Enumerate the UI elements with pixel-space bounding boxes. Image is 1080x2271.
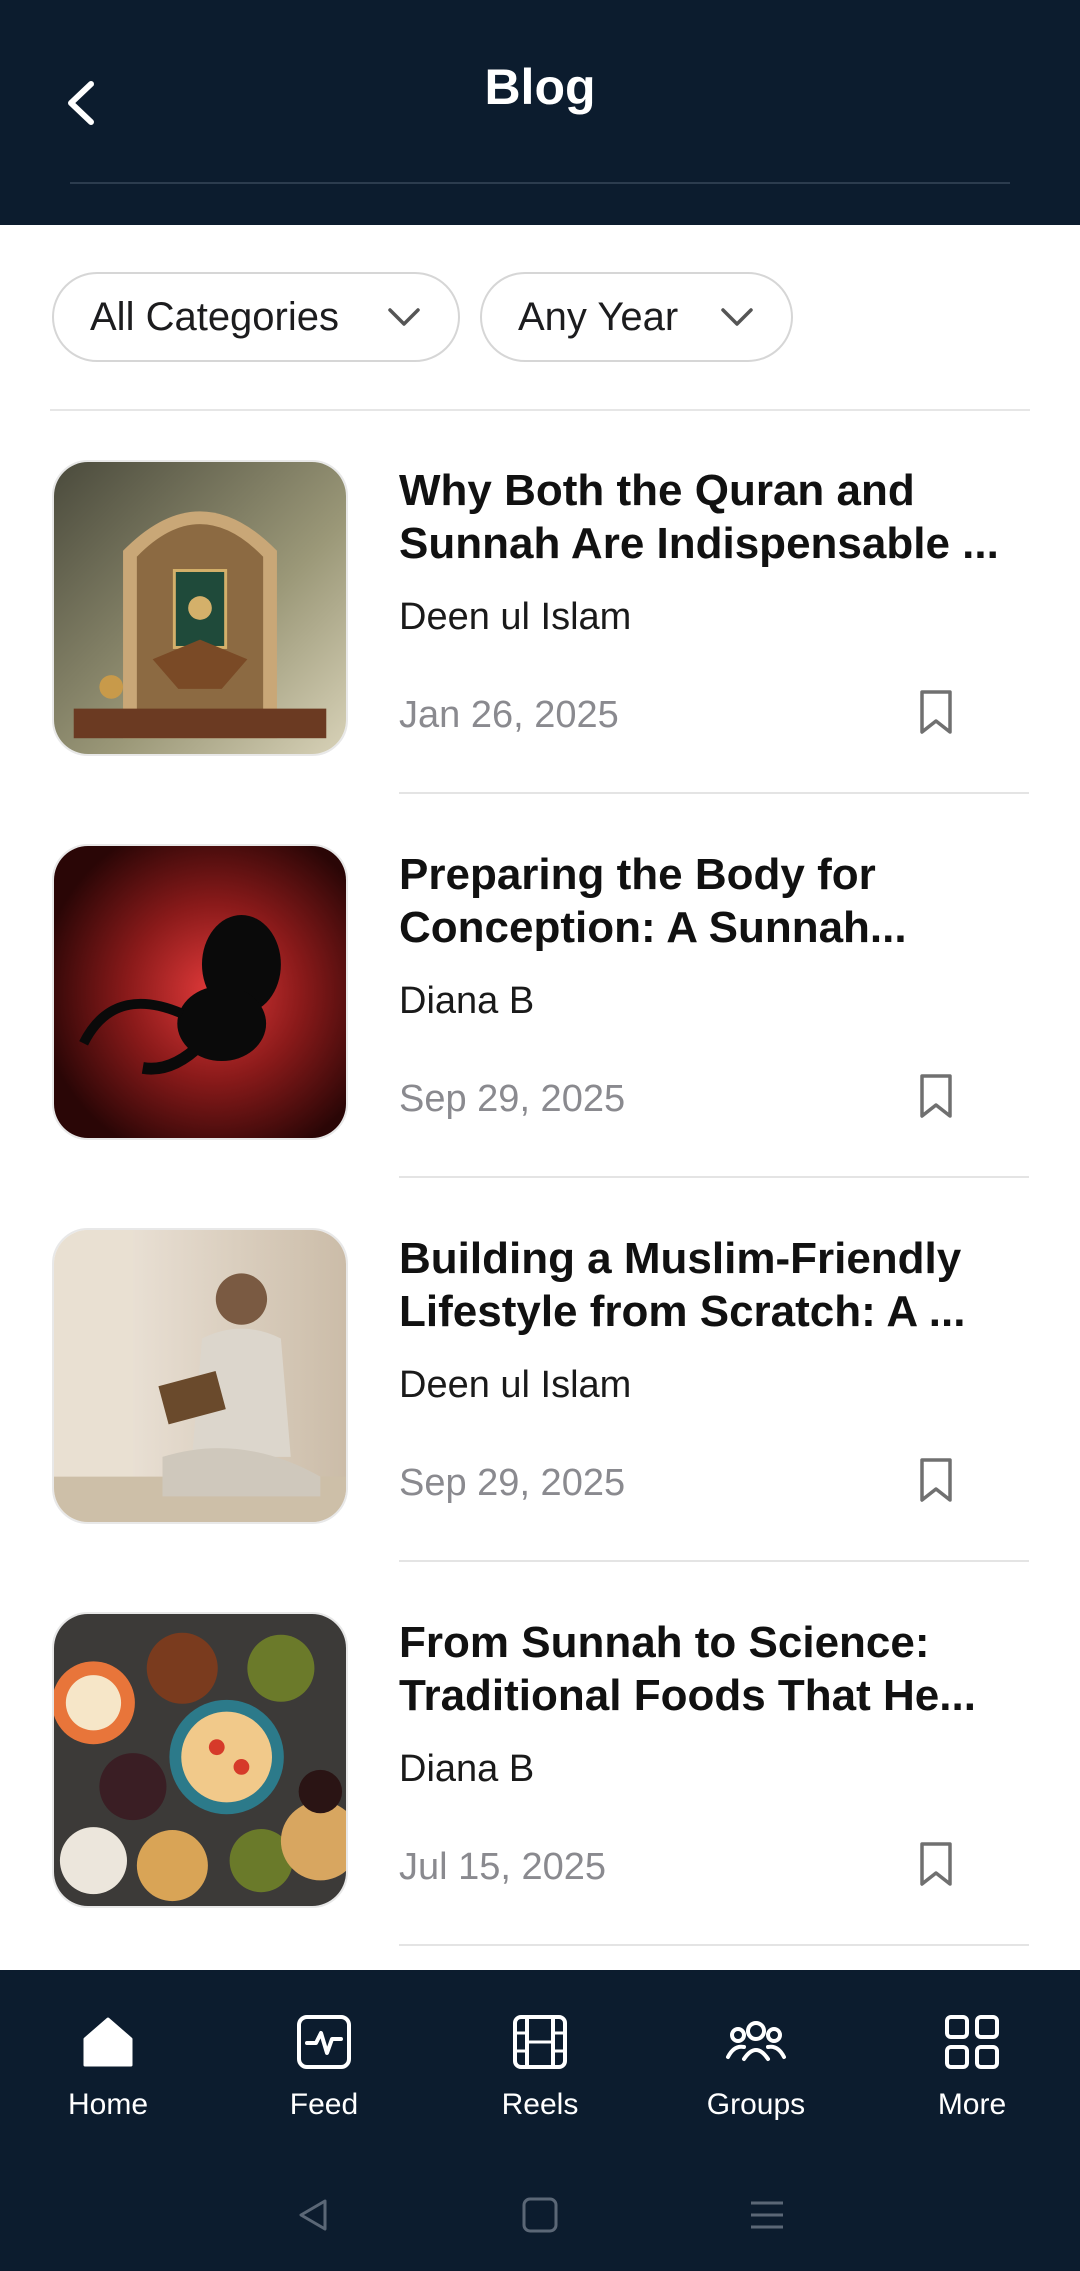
- post-date: Sep 29, 2025: [399, 1078, 626, 1120]
- group-icon: [724, 2010, 788, 2074]
- system-home-button[interactable]: [510, 2185, 570, 2245]
- category-dropdown[interactable]: All Categories: [52, 272, 460, 362]
- post-author: Deen ul Islam: [399, 596, 632, 638]
- post-date: Jul 15, 2025: [399, 1846, 607, 1888]
- year-dropdown-label: Any Year: [518, 294, 679, 339]
- chevron-down-icon: [388, 308, 420, 326]
- square-home-icon: [522, 2197, 558, 2233]
- tab-label: Home: [67, 2088, 149, 2121]
- tab-label: Reels: [501, 2088, 579, 2121]
- tab-feed[interactable]: Feed: [216, 2010, 432, 2122]
- post-date: Jan 26, 2025: [399, 694, 619, 736]
- grid-icon: [940, 2010, 1004, 2074]
- bottom-tabs: Home Feed Reels Groups More: [0, 2010, 1080, 2122]
- bookmark-icon: [920, 690, 952, 734]
- post-author: Diana B: [399, 1748, 535, 1790]
- bookmark-button[interactable]: [912, 682, 960, 742]
- blog-post-item[interactable]: Building a Muslim-Friendly Lifestyle fro…: [0, 1178, 1080, 1562]
- bookmark-button[interactable]: [912, 1066, 960, 1126]
- post-title[interactable]: Building a Muslim-Friendly Lifestyle fro…: [399, 1232, 999, 1338]
- chevron-down-icon: [721, 308, 753, 326]
- system-back-button[interactable]: [283, 2185, 343, 2245]
- tab-home[interactable]: Home: [0, 2010, 216, 2122]
- tab-label: Groups: [706, 2088, 806, 2121]
- tab-label: More: [937, 2088, 1007, 2121]
- film-icon: [508, 2010, 572, 2074]
- header-divider: [70, 182, 1010, 184]
- post-divider: [399, 1944, 1029, 1946]
- man-reading-image[interactable]: [52, 1228, 348, 1524]
- category-dropdown-label: All Categories: [90, 294, 340, 339]
- year-dropdown[interactable]: Any Year: [480, 272, 793, 362]
- post-title[interactable]: Preparing the Body for Conception: A Sun…: [399, 848, 999, 954]
- menu-lines-icon: [750, 2201, 783, 2229]
- tab-groups[interactable]: Groups: [648, 2010, 864, 2122]
- blog-screen: Blog All Categories Any Year Why Both th…: [0, 0, 1080, 2271]
- tab-label: Feed: [289, 2088, 359, 2121]
- post-title[interactable]: From Sunnah to Science: Traditional Food…: [399, 1616, 999, 1722]
- post-author: Diana B: [399, 980, 535, 1022]
- tab-reels[interactable]: Reels: [432, 2010, 648, 2122]
- blog-post-item[interactable]: Why Both the Quran and Sunnah Are Indisp…: [0, 410, 1080, 794]
- activity-icon: [292, 2010, 356, 2074]
- blog-post-item[interactable]: Preparing the Body for Conception: A Sun…: [0, 794, 1080, 1178]
- filter-bar: All Categories Any Year: [52, 272, 793, 362]
- post-date: Sep 29, 2025: [399, 1462, 626, 1504]
- bookmark-icon: [920, 1074, 952, 1118]
- bookmark-button[interactable]: [912, 1450, 960, 1510]
- page-title: Blog: [484, 59, 596, 115]
- fetus-silhouette-image[interactable]: [52, 844, 348, 1140]
- home-icon: [76, 2010, 140, 2074]
- system-menu-button[interactable]: [737, 2185, 797, 2245]
- food-spread-image[interactable]: [52, 1612, 348, 1908]
- bookmark-icon: [920, 1458, 952, 1502]
- triangle-back-icon: [299, 2199, 327, 2231]
- system-navigation-bar: [0, 2170, 1080, 2260]
- blog-post-item[interactable]: From Sunnah to Science: Traditional Food…: [0, 1562, 1080, 1946]
- tab-more[interactable]: More: [864, 2010, 1080, 2122]
- bookmark-icon: [920, 1842, 952, 1886]
- post-author: Deen ul Islam: [399, 1364, 632, 1406]
- quran-stand-image[interactable]: [52, 460, 348, 756]
- post-title[interactable]: Why Both the Quran and Sunnah Are Indisp…: [399, 464, 999, 570]
- bottom-navigation: Home Feed Reels Groups More: [0, 1970, 1080, 2271]
- app-header: Blog: [0, 0, 1080, 225]
- bookmark-button[interactable]: [912, 1834, 960, 1894]
